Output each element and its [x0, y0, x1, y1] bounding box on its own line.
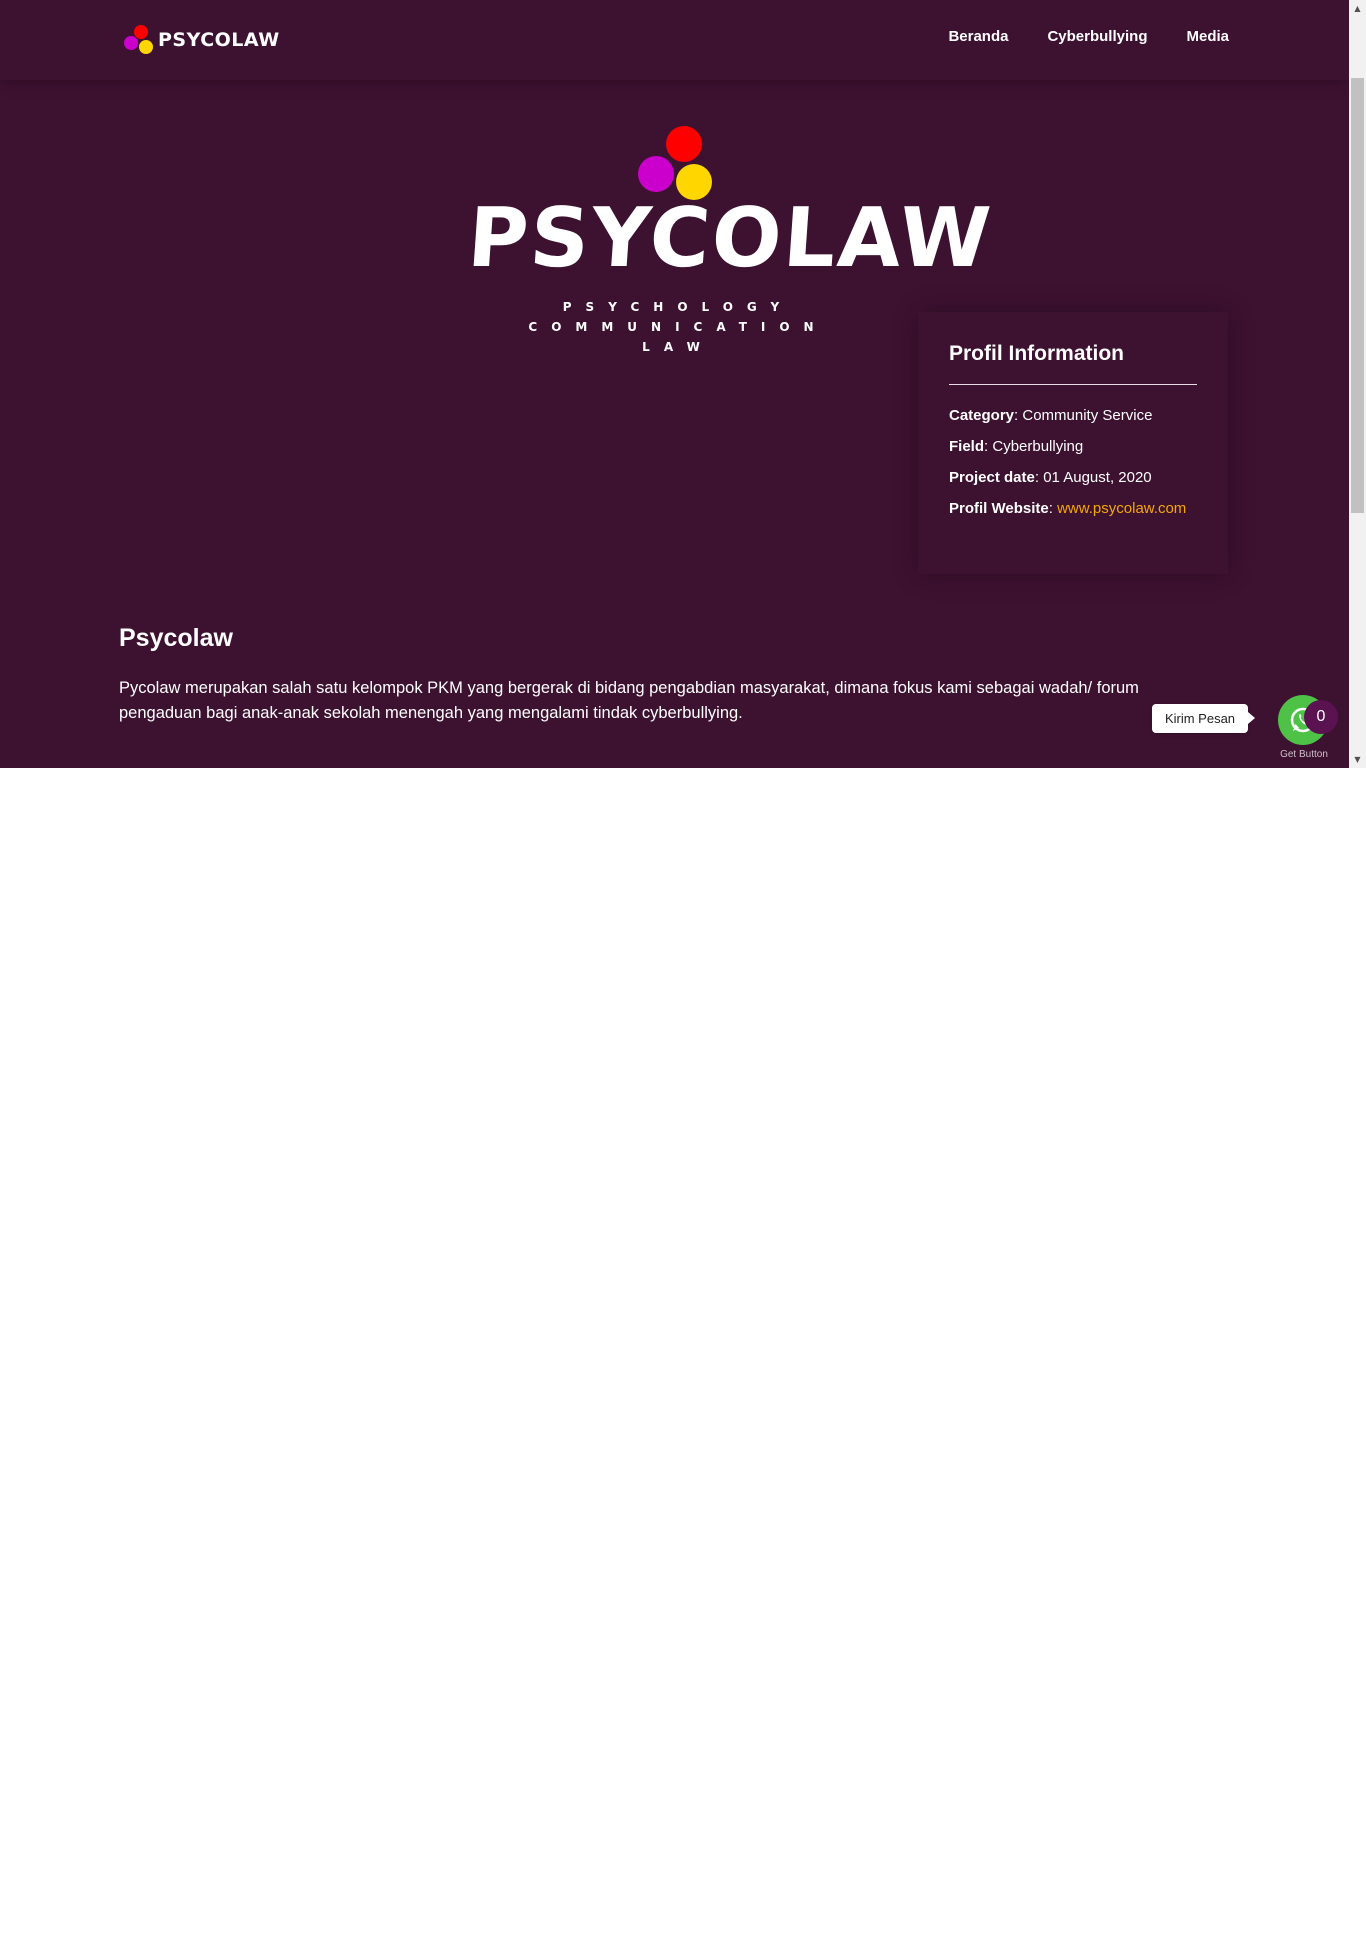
- info-website: Profil Website: www.psycolaw.com: [949, 500, 1187, 517]
- description-text: Pycolaw merupakan salah satu kelompok PK…: [119, 679, 1139, 722]
- description-title: Psycolaw: [119, 624, 233, 652]
- hero-tagline-2: COMMUNICATION: [528, 320, 828, 334]
- brand-logo-link[interactable]: PSYCOLAW: [122, 22, 280, 58]
- category-value: Community Service: [1022, 407, 1153, 424]
- info-field: Field: Cyberbullying: [949, 438, 1084, 455]
- nav-item-cyberbullying[interactable]: Cyberbullying: [1047, 28, 1147, 45]
- nav-item-beranda[interactable]: Beranda: [948, 28, 1008, 45]
- vertical-scrollbar[interactable]: ▲ ▼: [1349, 0, 1366, 768]
- main-nav: Beranda Cyberbullying Media: [948, 28, 1229, 45]
- scroll-up-arrow-icon[interactable]: ▲: [1349, 0, 1366, 17]
- brand-dots-icon: [122, 23, 156, 57]
- top-navbar: PSYCOLAW Beranda Cyberbullying Media: [0, 0, 1349, 80]
- field-value: Cyberbullying: [992, 438, 1084, 455]
- project-date-label: Project date: [949, 469, 1035, 486]
- website-label: Profil Website: [949, 500, 1049, 517]
- website-link[interactable]: www.psycolaw.com: [1057, 500, 1186, 517]
- whatsapp-message-bubble[interactable]: Kirim Pesan: [1152, 704, 1255, 733]
- info-card-title: Profil Information: [949, 342, 1197, 385]
- scrollbar-thumb[interactable]: [1351, 78, 1364, 513]
- notification-badge: 0: [1304, 700, 1338, 734]
- category-label: Category: [949, 407, 1015, 424]
- hero-logo: PSYCOLAW PSYCHOLOGY COMMUNICATION LAW: [464, 118, 996, 358]
- logo-dots-icon: [636, 122, 716, 202]
- page-viewport: PSYCOLAW Beranda Cyberbullying Media PSY…: [0, 0, 1349, 768]
- brand-name: PSYCOLAW: [158, 29, 280, 51]
- hero-tagline-3: LAW: [642, 340, 714, 354]
- profile-info-card: Profil Information Category: Community S…: [918, 312, 1228, 574]
- scroll-down-arrow-icon[interactable]: ▼: [1349, 751, 1366, 768]
- hero-tagline-1: PSYCHOLOGY: [562, 300, 794, 314]
- info-category: Category: Community Service: [949, 407, 1153, 424]
- project-date-value: 01 August, 2020: [1043, 469, 1152, 486]
- getbutton-link[interactable]: Get Button: [1272, 749, 1336, 760]
- info-project-date: Project date: 01 August, 2020: [949, 469, 1152, 486]
- nav-item-media[interactable]: Media: [1186, 28, 1229, 45]
- hero-title: PSYCOLAW: [464, 191, 996, 286]
- field-label: Field: [949, 438, 985, 455]
